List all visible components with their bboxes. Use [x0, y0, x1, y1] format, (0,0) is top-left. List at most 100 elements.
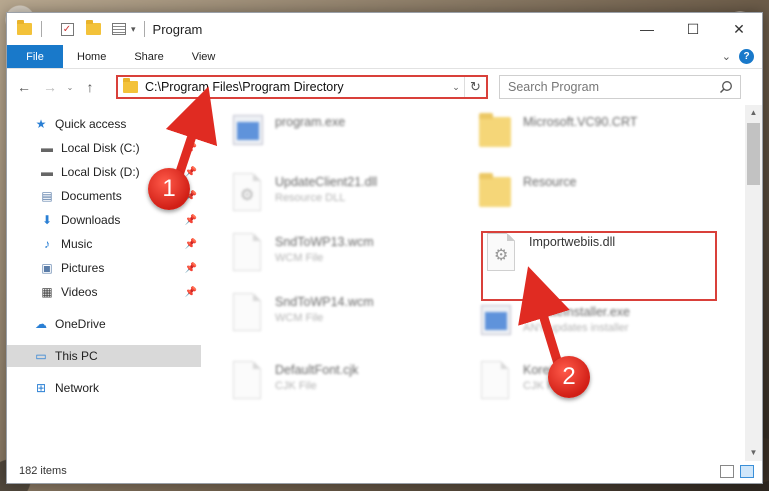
folder-icon — [477, 113, 515, 157]
list-item[interactable]: Korean CJK File — [477, 361, 707, 407]
sidebar-item-label: Videos — [61, 285, 98, 299]
list-item[interactable]: Microsoft.VC90.CRT — [477, 113, 707, 159]
pin-icon[interactable]: 📌 — [185, 215, 197, 226]
dll-icon: ⚙ — [229, 173, 267, 217]
forward-arrow-icon[interactable]: → — [37, 79, 63, 95]
tab-home[interactable]: Home — [63, 45, 120, 68]
star-icon: ★ — [35, 117, 47, 131]
list-item[interactable]: SndToWP13.wcm WCM File — [229, 233, 459, 279]
list-item[interactable]: UpdateInstaller.exe ANY updates installe… — [477, 303, 707, 349]
sidebar-item-label: Downloads — [61, 213, 121, 227]
sidebar-item-label: Local Disk (C:) — [61, 141, 140, 155]
address-path[interactable]: C:\Program Files\Program Directory — [145, 80, 448, 94]
window-title: Program — [152, 21, 203, 37]
file-type: WCM File — [275, 252, 324, 264]
sidebar-item-label: Pictures — [61, 261, 105, 275]
documents-icon: ▤ — [41, 189, 53, 203]
folder-icon — [15, 20, 33, 38]
file-icon — [477, 361, 515, 405]
pin-icon[interactable]: 📌 — [185, 143, 197, 154]
search-icon[interactable] — [719, 80, 733, 94]
pin-icon[interactable]: 📌 — [185, 167, 197, 178]
maximize-button[interactable]: ☐ — [670, 13, 716, 45]
help-icon[interactable]: ? — [739, 49, 754, 64]
sidebar-item-this-pc[interactable]: ▭ This PC — [7, 345, 201, 367]
sidebar-item-network[interactable]: ⊞ Network — [7, 377, 201, 399]
chevron-down-icon[interactable]: ⌄ — [448, 82, 464, 93]
scroll-thumb[interactable] — [747, 123, 760, 185]
exe-icon — [229, 113, 267, 157]
file-type: ANY updates installer — [523, 322, 629, 334]
window-controls: — ☐ ✕ — [624, 13, 762, 45]
sidebar-item-quick-access[interactable]: ★ Quick access — [7, 113, 201, 135]
tab-view[interactable]: View — [178, 45, 230, 68]
new-folder-icon[interactable] — [84, 20, 102, 38]
pin-icon[interactable]: 📌 — [185, 287, 197, 298]
list-item[interactable]: Resource — [477, 173, 707, 219]
drive-icon: ▬ — [41, 165, 53, 179]
back-arrow-icon[interactable]: ← — [11, 79, 37, 95]
recent-locations-icon[interactable]: ⌄ — [63, 83, 77, 92]
list-item[interactable]: ⚙ UpdateClient21.dll Resource DLL — [229, 173, 459, 219]
file-name: DefaultFont.cjk — [275, 363, 359, 377]
drive-icon: ▬ — [41, 141, 53, 155]
expand-ribbon-icon[interactable]: ⌄ — [722, 50, 731, 63]
status-bar: 182 items — [7, 459, 762, 483]
title-bar: ✓ ▾ Program — ☐ ✕ — [7, 13, 762, 45]
up-arrow-icon[interactable]: ↑ — [77, 79, 103, 95]
view-switcher — [720, 465, 754, 478]
pc-icon: ▭ — [35, 349, 47, 363]
network-icon: ⊞ — [35, 381, 47, 395]
file-icon — [229, 361, 267, 405]
sidebar-item-label: Documents — [61, 189, 122, 203]
sidebar-item-videos[interactable]: ▦ Videos 📌 — [7, 281, 201, 303]
properties-check-icon[interactable]: ✓ — [58, 20, 76, 38]
exe-icon — [477, 303, 515, 347]
properties-icon[interactable] — [110, 20, 128, 38]
search-box[interactable] — [499, 75, 741, 99]
address-bar[interactable]: C:\Program Files\Program Directory ⌄ ↻ — [116, 75, 488, 99]
vertical-scrollbar[interactable]: ▲ ▼ — [745, 105, 762, 461]
file-icon — [229, 233, 267, 277]
navigation-pane: ★ Quick access ▬ Local Disk (C:) 📌 ▬ Loc… — [7, 109, 201, 449]
videos-icon: ▦ — [41, 285, 53, 299]
tab-file[interactable]: File — [7, 45, 63, 68]
sidebar-item-onedrive[interactable]: ☁ OneDrive — [7, 313, 201, 335]
search-input[interactable] — [508, 80, 708, 94]
sidebar-item-pictures[interactable]: ▣ Pictures 📌 — [7, 257, 201, 279]
list-item[interactable]: program.exe — [229, 113, 459, 159]
sidebar-item-music[interactable]: ♪ Music 📌 — [7, 233, 201, 255]
scroll-up-icon[interactable]: ▲ — [745, 105, 762, 121]
sidebar-item-downloads[interactable]: ⬇ Downloads 📌 — [7, 209, 201, 231]
large-icons-view-icon[interactable] — [740, 465, 754, 478]
music-icon: ♪ — [44, 237, 50, 251]
step-badge-2: 2 — [548, 356, 590, 398]
item-count: 182 items — [19, 465, 67, 477]
customize-toolbar-icon[interactable]: ▾ — [131, 24, 136, 35]
sidebar-item-label: OneDrive — [55, 317, 106, 331]
sidebar-item-local-disk-c[interactable]: ▬ Local Disk (C:) 📌 — [7, 137, 201, 159]
file-type: WCM File — [275, 312, 324, 324]
details-view-icon[interactable] — [720, 465, 734, 478]
pictures-icon: ▣ — [41, 261, 53, 275]
sidebar-item-label: Music — [61, 237, 93, 251]
sidebar-item-label: This PC — [55, 349, 98, 363]
file-icon — [229, 293, 267, 337]
file-name: Resource — [523, 175, 577, 189]
download-icon: ⬇ — [41, 213, 53, 227]
minimize-button[interactable]: — — [624, 13, 670, 45]
folder-icon — [477, 173, 515, 217]
folder-icon — [123, 78, 138, 93]
tab-share[interactable]: Share — [120, 45, 177, 68]
pin-icon[interactable]: 📌 — [185, 263, 197, 274]
divider — [41, 21, 42, 37]
list-item[interactable]: DefaultFont.cjk CJK File — [229, 361, 459, 407]
pin-icon[interactable]: 📌 — [185, 239, 197, 250]
file-type: Resource DLL — [275, 192, 346, 204]
refresh-icon[interactable]: ↻ — [464, 77, 486, 97]
ribbon-tabs: File Home Share View ⌄ ? — [7, 45, 762, 69]
ribbon-right: ⌄ ? — [722, 49, 754, 64]
file-name: UpdateClient21.dll — [275, 175, 378, 189]
close-button[interactable]: ✕ — [716, 13, 762, 45]
list-item[interactable]: SndToWP14.wcm WCM File — [229, 293, 459, 339]
